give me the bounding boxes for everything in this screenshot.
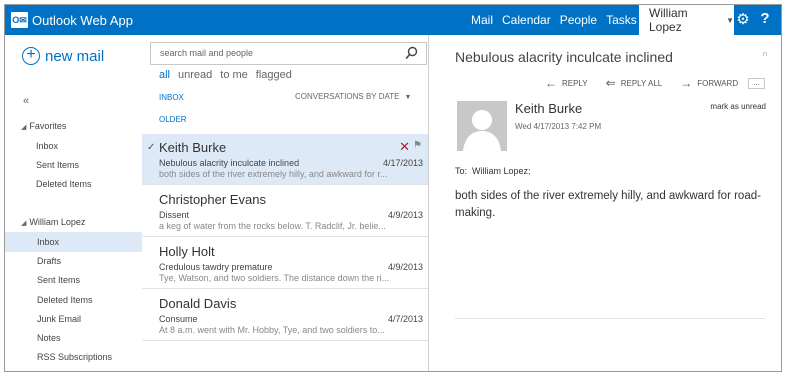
message-sender: Donald Davis xyxy=(159,296,237,311)
nav-mail[interactable]: Mail xyxy=(471,13,493,27)
search-icon[interactable] xyxy=(405,46,418,60)
folder-drafts[interactable]: Drafts xyxy=(5,251,142,271)
recipient-line: To: William Lopez; xyxy=(455,166,531,176)
reply-button[interactable]: ← REPLY xyxy=(545,76,588,90)
delete-icon[interactable]: ✕ xyxy=(399,139,410,155)
folder-inbox[interactable]: Inbox xyxy=(5,232,142,252)
folder-notes[interactable]: Notes xyxy=(5,328,142,348)
message-date: 4/7/2013 xyxy=(387,314,423,324)
reply-arrow-icon: ← xyxy=(545,76,557,90)
recipient-name[interactable]: William Lopez; xyxy=(472,166,531,176)
favorites-folder-deleted-items[interactable]: Deleted Items xyxy=(5,174,142,194)
message-date: 4/9/2013 xyxy=(387,210,423,220)
group-header-older[interactable]: OLDER xyxy=(159,115,187,124)
message-actions: ← REPLY ⇐ REPLY ALL → FORWARD xyxy=(545,76,756,90)
forward-button[interactable]: → FORWARD xyxy=(680,76,738,90)
new-mail-button[interactable]: + new mail xyxy=(22,47,104,65)
nav-tasks[interactable]: Tasks xyxy=(606,13,637,27)
triangle-expanded-icon: ◢ xyxy=(21,220,27,227)
favorites-folder-inbox[interactable]: Inbox xyxy=(5,136,142,156)
person-silhouette-icon xyxy=(457,101,507,151)
folder-rss-subscriptions[interactable]: RSS Subscriptions xyxy=(5,347,142,367)
account-header[interactable]: ◢ William Lopez xyxy=(21,217,85,227)
user-menu[interactable]: William Lopez ▼ xyxy=(639,5,734,35)
message-preview: At 8 a.m. went with Mr. Hobby, Tye, and … xyxy=(159,325,385,335)
filter-unread[interactable]: unread xyxy=(178,69,212,81)
app-brand[interactable]: O✉ Outlook Web App xyxy=(11,11,133,29)
message-preview: Tye, Watson, and two soldiers. The dista… xyxy=(159,273,390,283)
favorites-header[interactable]: ◢ Favorites xyxy=(21,121,66,131)
pin-icon[interactable]: ∩ xyxy=(762,49,768,58)
checkmark-icon[interactable]: ✓ xyxy=(147,142,155,153)
sent-date: Wed 4/17/2013 7:42 PM xyxy=(515,122,602,131)
more-actions-button[interactable]: ... xyxy=(748,78,765,89)
nav-people[interactable]: People xyxy=(560,13,597,27)
reading-subject: Nebulous alacrity inculcate inclined xyxy=(455,49,673,65)
message-subject: Consume xyxy=(159,314,198,324)
message-subject: Credulous tawdry premature xyxy=(159,262,273,272)
top-bar: O✉ Outlook Web App Mail Calendar People … xyxy=(5,5,781,35)
filter-to-me[interactable]: to me xyxy=(220,69,248,81)
user-name: William Lopez xyxy=(649,6,688,34)
message-sender: Keith Burke xyxy=(159,140,227,155)
flag-icon[interactable]: ⚑ xyxy=(413,140,422,151)
favorites-folder-sent-items[interactable]: Sent Items xyxy=(5,155,142,175)
nav-calendar[interactable]: Calendar xyxy=(502,13,551,27)
folder-sent-items[interactable]: Sent Items xyxy=(5,270,142,290)
reply-all-arrow-icon: ⇐ xyxy=(605,76,616,90)
message-date: 4/9/2013 xyxy=(387,262,423,272)
filter-bar: all unread to me flagged xyxy=(159,69,300,81)
search-input[interactable]: search mail and people xyxy=(160,48,253,58)
chevron-down-icon: ▼ xyxy=(404,94,412,101)
folder-deleted-items[interactable]: Deleted Items xyxy=(5,290,142,310)
folder-pane: + new mail « ◢ Favorites Inbox Sent Items… xyxy=(5,35,142,371)
message-item[interactable]: ✓ Keith Burke ✕ ⚑ Nebulous alacrity incu… xyxy=(142,134,428,185)
outlook-logo-icon: O✉ xyxy=(11,12,28,28)
help-icon[interactable]: ? xyxy=(757,10,773,28)
collapse-pane-icon[interactable]: « xyxy=(23,95,29,107)
message-date: 4/17/2013 xyxy=(382,158,423,168)
message-item[interactable]: Holly Holt Credulous tawdry premature 4/… xyxy=(142,238,428,289)
settings-gear-icon[interactable]: ⚙ xyxy=(734,11,752,29)
chevron-down-icon: ▼ xyxy=(726,15,734,25)
filter-all[interactable]: all xyxy=(159,69,170,81)
message-preview: both sides of the river extremely hilly,… xyxy=(159,169,388,179)
search-box[interactable]: search mail and people xyxy=(150,42,427,65)
message-subject: Nebulous alacrity inculcate inclined xyxy=(159,158,300,168)
app-title: Outlook Web App xyxy=(32,12,133,28)
mark-as-unread-button[interactable]: mark as unread xyxy=(710,102,766,111)
divider xyxy=(455,318,765,319)
to-label: To: xyxy=(455,166,468,176)
triangle-expanded-icon: ◢ xyxy=(21,124,27,131)
reply-all-button[interactable]: ⇐ REPLY ALL xyxy=(606,76,663,90)
message-body: both sides of the river extremely hilly,… xyxy=(455,190,761,219)
reading-pane: Nebulous alacrity inculcate inclined ∩ ←… xyxy=(430,35,781,371)
message-subject: Dissent xyxy=(159,210,190,220)
folder-junk-email[interactable]: Junk Email xyxy=(5,309,142,329)
message-sender: Christopher Evans xyxy=(159,192,266,207)
outlook-window: O✉ Outlook Web App Mail Calendar People … xyxy=(4,4,782,372)
top-navigation: Mail Calendar People Tasks xyxy=(471,5,646,35)
message-item[interactable]: Christopher Evans Dissent 4/9/2013 a keg… xyxy=(142,186,428,237)
filter-flagged[interactable]: flagged xyxy=(256,69,292,81)
current-folder-label: INBOX xyxy=(159,93,184,102)
message-list-pane: search mail and people all unread to me … xyxy=(142,35,429,371)
message-sender: Holly Holt xyxy=(159,244,215,259)
sender-avatar xyxy=(457,101,507,151)
message-preview: a keg of water from the rocks below. T. … xyxy=(159,221,386,231)
sort-dropdown[interactable]: CONVERSATIONS BY DATE ▼ xyxy=(295,92,411,101)
forward-arrow-icon: → xyxy=(680,76,693,90)
sender-name[interactable]: Keith Burke xyxy=(515,101,582,116)
plus-circle-icon: + xyxy=(22,47,40,65)
message-item[interactable]: Donald Davis Consume 4/7/2013 At 8 a.m. … xyxy=(142,290,428,341)
